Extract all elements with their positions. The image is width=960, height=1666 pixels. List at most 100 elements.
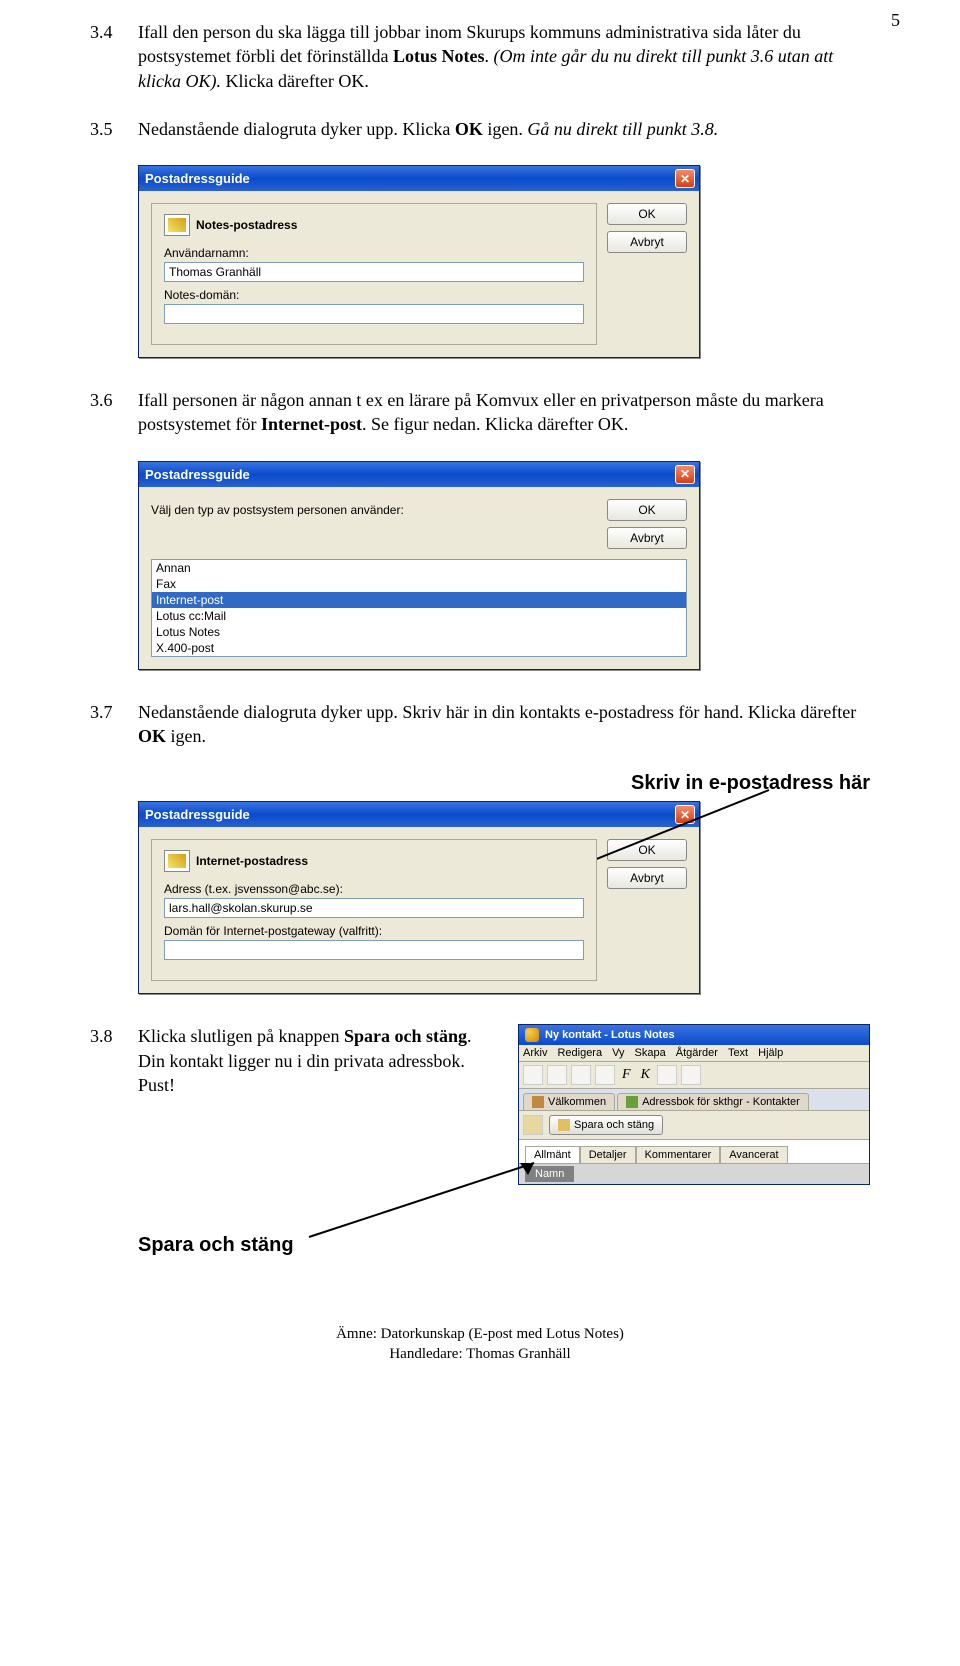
- ok-button[interactable]: OK: [607, 203, 687, 225]
- tool-icon[interactable]: [681, 1065, 701, 1085]
- list-item[interactable]: X.400-post: [152, 640, 686, 656]
- titlebar: Ny kontakt - Lotus Notes: [519, 1025, 869, 1045]
- text: Nedanstående dialogruta dyker upp. Klick…: [138, 119, 455, 139]
- ok-button[interactable]: OK: [607, 839, 687, 861]
- paragraph-3-4: 3.4 Ifall den person du ska lägga till j…: [90, 20, 870, 93]
- menu-item[interactable]: Text: [728, 1047, 748, 1059]
- footer-line2: Handledare: Thomas Granhäll: [90, 1345, 870, 1365]
- list-item[interactable]: Lotus Notes: [152, 624, 686, 640]
- menu-item[interactable]: Åtgärder: [676, 1047, 718, 1059]
- form-tab[interactable]: Avancerat: [720, 1146, 787, 1163]
- close-icon[interactable]: ✕: [675, 169, 695, 188]
- bold: Spara och stäng: [344, 1026, 467, 1046]
- lotus-icon: [525, 1028, 539, 1042]
- cancel-button[interactable]: Avbryt: [607, 527, 687, 549]
- tab-label: Välkommen: [548, 1096, 606, 1108]
- paragraph-3-5: 3.5 Nedanstående dialogruta dyker upp. K…: [90, 117, 870, 141]
- form-tab[interactable]: Detaljer: [580, 1146, 636, 1163]
- tool-icon[interactable]: [657, 1065, 677, 1085]
- label-domain: Notes-domän:: [164, 288, 584, 302]
- tab-label: Adressbok för skthgr - Kontakter: [642, 1096, 800, 1108]
- ok-button[interactable]: OK: [607, 499, 687, 521]
- app-icon: [164, 850, 190, 872]
- cancel-button[interactable]: Avbryt: [607, 231, 687, 253]
- save-and-close-button[interactable]: Spara och stäng: [549, 1115, 663, 1135]
- label-username: Användarnamn:: [164, 246, 584, 260]
- group-title: Internet-postadress: [196, 854, 308, 868]
- menu-item[interactable]: Hjälp: [758, 1047, 783, 1059]
- dialog-internet-postadress: Postadressguide ✕ Internet-postadress Ad…: [138, 801, 700, 994]
- menu-item[interactable]: Redigera: [557, 1047, 602, 1059]
- dialog-title: Postadressguide: [145, 807, 250, 822]
- input-address[interactable]: [164, 898, 584, 918]
- menu-item[interactable]: Skapa: [635, 1047, 666, 1059]
- list-item[interactable]: Internet-post: [152, 592, 686, 608]
- bold: OK: [455, 119, 483, 139]
- italic-icon[interactable]: K: [638, 1067, 653, 1083]
- num-3-4: 3.4: [90, 20, 138, 93]
- window-tabs: Välkommen Adressbok för skthgr - Kontakt…: [519, 1089, 869, 1111]
- toolbar: F K: [519, 1062, 869, 1089]
- save-label: Spara och stäng: [574, 1119, 654, 1131]
- form-tab[interactable]: Kommentarer: [636, 1146, 721, 1163]
- input-gateway[interactable]: [164, 940, 584, 960]
- close-icon[interactable]: ✕: [675, 465, 695, 484]
- tool-icon[interactable]: [523, 1065, 543, 1085]
- form-tabs: Allmänt Detaljer Kommentarer Avancerat: [519, 1140, 869, 1164]
- cancel-button[interactable]: Avbryt: [607, 867, 687, 889]
- label-gateway: Domän för Internet-postgateway (valfritt…: [164, 924, 584, 938]
- tab-icon: [626, 1096, 638, 1108]
- footer-line1: Ämne: Datorkunskap (E-post med Lotus Not…: [90, 1325, 870, 1345]
- bold: Lotus Notes: [393, 46, 485, 66]
- tab-welcome[interactable]: Välkommen: [523, 1093, 615, 1110]
- paragraph-3-8: 3.8 Klicka slutligen på knappen Spara oc…: [90, 1024, 488, 1097]
- dialog-notes-postadress: Postadressguide ✕ Notes-postadress Använ…: [138, 165, 700, 358]
- paragraph-3-6: 3.6 Ifall personen är någon annan t ex e…: [90, 388, 870, 437]
- bold-icon[interactable]: F: [619, 1067, 634, 1083]
- menu-item[interactable]: Vy: [612, 1047, 624, 1059]
- tool-icon[interactable]: [547, 1065, 567, 1085]
- group-box: Notes-postadress Användarnamn: Notes-dom…: [151, 203, 597, 345]
- window-title: Ny kontakt - Lotus Notes: [545, 1029, 675, 1041]
- text: Klicka därefter OK.: [221, 71, 369, 91]
- dialog-title: Postadressguide: [145, 467, 250, 482]
- callout-email: Skriv in e-postadress här: [631, 772, 870, 795]
- list-item[interactable]: Lotus cc:Mail: [152, 608, 686, 624]
- num-3-5: 3.5: [90, 117, 138, 141]
- titlebar: Postadressguide ✕: [139, 166, 699, 191]
- bold: OK: [138, 726, 166, 746]
- titlebar: Postadressguide ✕: [139, 802, 699, 827]
- group-title: Notes-postadress: [196, 218, 297, 232]
- close-icon[interactable]: ✕: [675, 805, 695, 824]
- app-icon: [164, 214, 190, 236]
- bold: Internet-post: [261, 414, 362, 434]
- tab-addressbook[interactable]: Adressbok för skthgr - Kontakter: [617, 1093, 809, 1110]
- paragraph-3-7: 3.7 Nedanstående dialogruta dyker upp. S…: [90, 700, 870, 749]
- dialog-title: Postadressguide: [145, 171, 250, 186]
- save-icon: [558, 1119, 570, 1131]
- action-bar: Spara och stäng: [519, 1111, 869, 1140]
- menu-item[interactable]: Arkiv: [523, 1047, 547, 1059]
- list-item[interactable]: Annan: [152, 560, 686, 576]
- tool-icon[interactable]: [595, 1065, 615, 1085]
- footer: Ämne: Datorkunskap (E-post med Lotus Not…: [90, 1325, 870, 1364]
- group-box: Internet-postadress Adress (t.ex. jsvens…: [151, 839, 597, 981]
- input-domain[interactable]: [164, 304, 584, 324]
- action-icon[interactable]: [523, 1115, 543, 1135]
- text: . Se figur nedan. Klicka därefter OK.: [362, 414, 628, 434]
- page-number: 5: [891, 10, 900, 31]
- text: Klicka slutligen på knappen: [138, 1026, 344, 1046]
- prompt: Välj den typ av postsystem personen anvä…: [151, 499, 597, 549]
- menubar: Arkiv Redigera Vy Skapa Åtgärder Text Hj…: [519, 1045, 869, 1062]
- dialog-select-postsystem: Postadressguide ✕ Välj den typ av postsy…: [138, 461, 700, 670]
- callout-save-close: Spara och stäng: [138, 1234, 294, 1257]
- postsystem-listbox[interactable]: Annan Fax Internet-post Lotus cc:Mail Lo…: [151, 559, 687, 657]
- label-address: Adress (t.ex. jsvensson@abc.se):: [164, 882, 584, 896]
- num-3-8: 3.8: [90, 1024, 138, 1097]
- input-username[interactable]: [164, 262, 584, 282]
- tab-icon: [532, 1096, 544, 1108]
- text: igen.: [483, 119, 528, 139]
- tool-icon[interactable]: [571, 1065, 591, 1085]
- list-item[interactable]: Fax: [152, 576, 686, 592]
- text: Nedanstående dialogruta dyker upp. Skriv…: [138, 702, 856, 722]
